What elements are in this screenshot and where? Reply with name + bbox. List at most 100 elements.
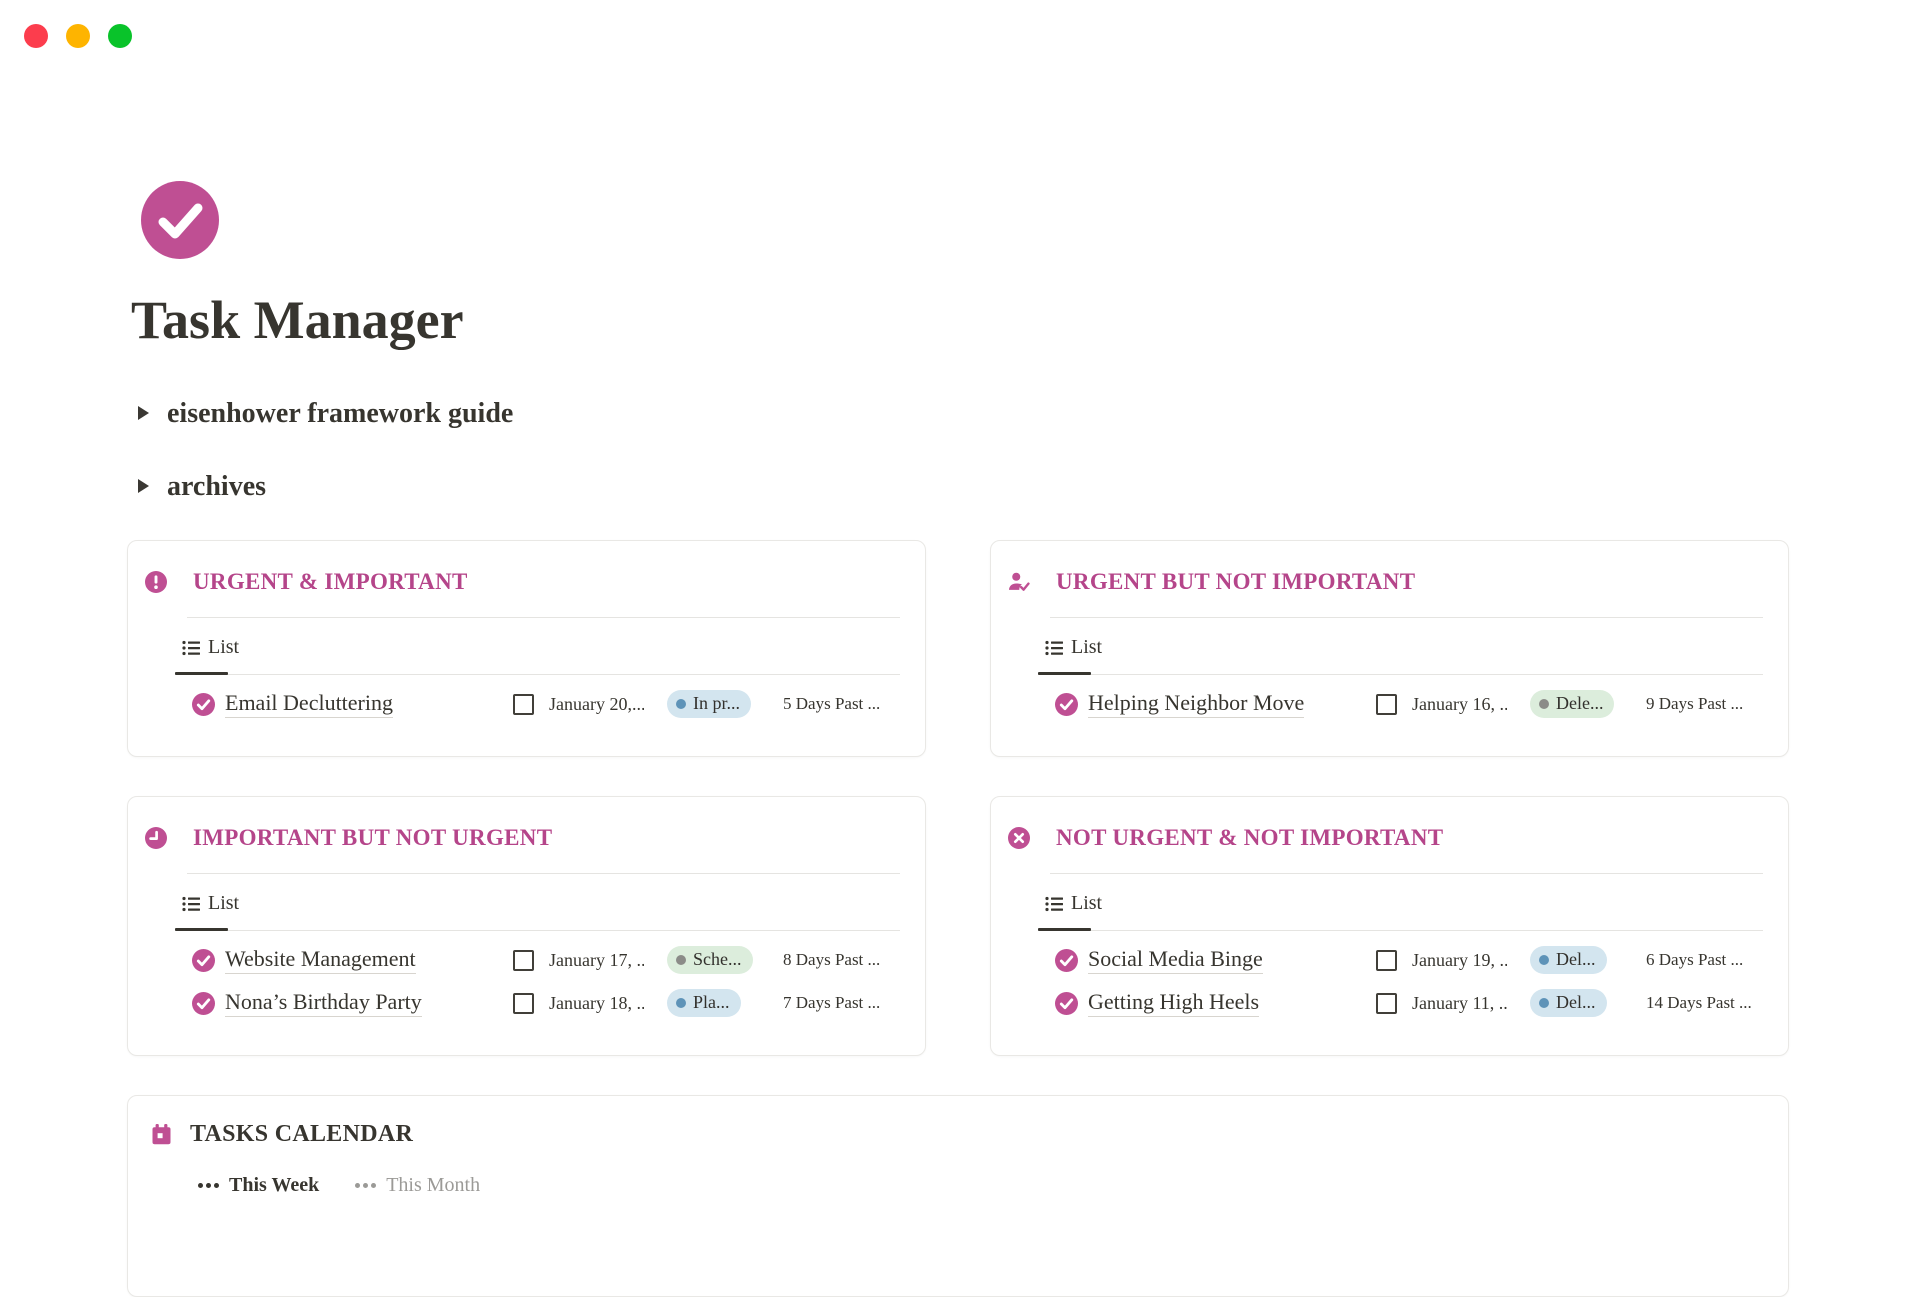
status-label: In pr... [693,693,740,714]
bulleted-list-icon [182,895,200,913]
status-label: Dele... [1556,693,1603,714]
status-badge[interactable]: Del... [1530,946,1607,974]
x-circle-icon [1008,827,1030,849]
calendar-view-tabs: This Week This Month [198,1174,1763,1197]
quadrant-title[interactable]: URGENT & IMPORTANT [193,569,468,595]
quadrant-card-important-not-urgent: IMPORTANT BUT NOT URGENT List [127,796,926,1056]
status-badge[interactable]: Sche... [667,946,753,974]
status-dot-icon [1539,998,1549,1008]
status-dot-icon [676,955,686,965]
quadrant-title[interactable]: URGENT BUT NOT IMPORTANT [1056,569,1415,595]
task-row: Email Decluttering January 20,... In pr.… [192,683,913,726]
divider [1050,617,1763,618]
tab-underline [1038,674,1763,675]
view-tab-label: This Month [386,1174,480,1197]
view-tab-label: List [208,892,239,915]
days-past-due: 6 Days Past ... [1646,950,1776,970]
days-past-due: 7 Days Past ... [783,993,913,1013]
quadrant-title[interactable]: IMPORTANT BUT NOT URGENT [193,825,552,851]
window-minimize-button[interactable] [66,24,90,48]
check-circle-icon [1055,992,1078,1015]
view-dots-icon [355,1183,376,1188]
page-check-circle-icon[interactable] [141,181,219,259]
page-title[interactable]: Task Manager [131,292,1789,349]
task-checkbox[interactable] [513,993,534,1014]
task-title[interactable]: Email Decluttering [225,690,393,718]
check-circle-icon [192,693,215,716]
status-label: Pla... [693,992,730,1013]
task-row: Website Management January 17, ... Sche.… [192,939,913,982]
view-tab-list[interactable]: List [182,636,239,659]
check-circle-icon [192,949,215,972]
task-title[interactable]: Website Management [225,946,416,974]
view-tab-this-week[interactable]: This Week [198,1174,319,1197]
tasks-calendar-card: TASKS CALENDAR This Week This Month [127,1095,1789,1297]
task-title[interactable]: Getting High Heels [1088,989,1259,1017]
task-title[interactable]: Social Media Binge [1088,946,1263,974]
toggle-archives[interactable]: archives [138,471,1789,502]
tab-underline [175,930,900,931]
alert-circle-icon [145,571,167,593]
task-title[interactable]: Nona’s Birthday Party [225,989,422,1017]
quadrant-header: URGENT & IMPORTANT [145,569,900,595]
task-checkbox[interactable] [513,950,534,971]
view-tab-this-month[interactable]: This Month [355,1174,480,1197]
task-date[interactable]: January 19, ... [1412,950,1507,971]
check-circle-icon [192,992,215,1015]
quadrant-header: IMPORTANT BUT NOT URGENT [145,825,900,851]
status-dot-icon [676,998,686,1008]
quadrant-card-urgent-not-important: URGENT BUT NOT IMPORTANT List [990,540,1789,757]
quadrant-header: NOT URGENT & NOT IMPORTANT [1008,825,1763,851]
clock-icon [145,827,167,849]
view-tab-list[interactable]: List [1045,636,1102,659]
days-past-due: 8 Days Past ... [783,950,913,970]
tab-underline [1038,930,1763,931]
status-badge[interactable]: Dele... [1530,690,1614,718]
days-past-due: 14 Days Past ... [1646,993,1776,1013]
task-row: Helping Neighbor Move January 16, ... De… [1055,683,1776,726]
task-row: Social Media Binge January 19, ... Del..… [1055,939,1776,982]
toggle-eisenhower-framework-guide[interactable]: eisenhower framework guide [138,398,1789,429]
task-title[interactable]: Helping Neighbor Move [1088,690,1304,718]
task-checkbox[interactable] [513,694,534,715]
toggle-arrow-icon [138,479,149,493]
task-date[interactable]: January 20,... [549,694,644,715]
view-tab-list[interactable]: List [182,892,239,915]
toggle-label: eisenhower framework guide [167,398,513,429]
task-date[interactable]: January 16, ... [1412,694,1507,715]
view-tab-label: List [1071,636,1102,659]
divider [1050,873,1763,874]
tab-underline [175,674,900,675]
quadrant-grid: URGENT & IMPORTANT List [127,540,1789,1056]
check-circle-icon [1055,949,1078,972]
status-dot-icon [676,699,686,709]
bulleted-list-icon [1045,895,1063,913]
status-dot-icon [1539,955,1549,965]
task-date[interactable]: January 11, ... [1412,993,1507,1014]
task-date[interactable]: January 17, ... [549,950,644,971]
toggle-label: archives [167,471,266,502]
status-badge[interactable]: Del... [1530,989,1607,1017]
status-badge[interactable]: Pla... [667,989,741,1017]
task-checkbox[interactable] [1376,950,1397,971]
window-close-button[interactable] [24,24,48,48]
toggle-arrow-icon [138,406,149,420]
quadrant-title[interactable]: NOT URGENT & NOT IMPORTANT [1056,825,1443,851]
view-tab-list[interactable]: List [1045,892,1102,915]
days-past-due: 9 Days Past ... [1646,694,1776,714]
quadrant-header: URGENT BUT NOT IMPORTANT [1008,569,1763,595]
view-tab-label: List [208,636,239,659]
status-badge[interactable]: In pr... [667,690,751,718]
status-dot-icon [1539,699,1549,709]
view-tab-label: This Week [229,1174,319,1197]
task-checkbox[interactable] [1376,993,1397,1014]
calendar-title[interactable]: TASKS CALENDAR [190,1121,413,1148]
view-tab-label: List [1071,892,1102,915]
task-checkbox[interactable] [1376,694,1397,715]
view-dots-icon [198,1183,219,1188]
divider [187,617,900,618]
bulleted-list-icon [1045,639,1063,657]
task-date[interactable]: January 18, ... [549,993,644,1014]
task-row: Getting High Heels January 11, ... Del..… [1055,982,1776,1025]
page-content: Task Manager eisenhower framework guide … [127,0,1789,1297]
